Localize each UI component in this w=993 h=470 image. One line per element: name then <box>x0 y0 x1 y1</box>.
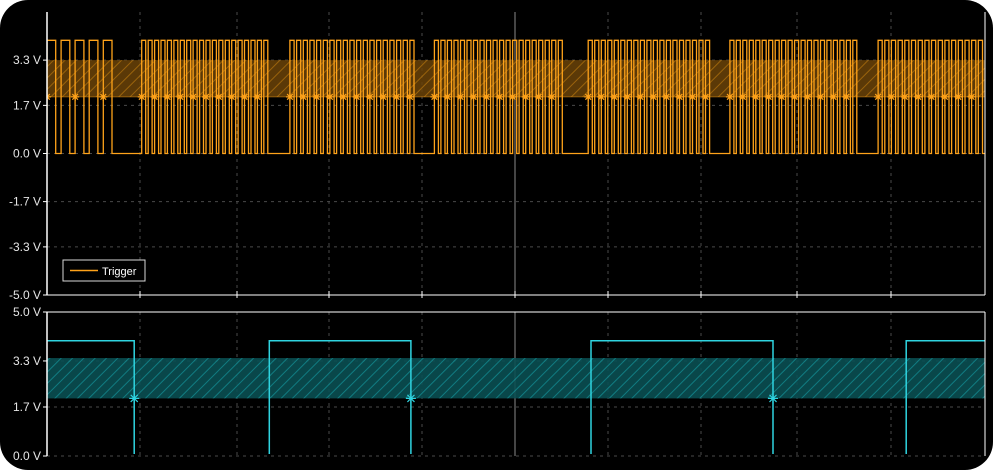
trigger-star-marker <box>675 92 684 101</box>
trigger-star-marker <box>150 92 159 101</box>
trigger-star-marker <box>469 92 478 101</box>
trigger-star-marker <box>137 92 146 101</box>
top-y-tick-label: -3.3 V <box>9 240 41 254</box>
legend-label-trigger: Trigger <box>102 266 137 278</box>
trigger-star-marker <box>636 92 645 101</box>
trigger-star-marker <box>99 92 108 101</box>
trigger-star-marker <box>940 92 949 101</box>
trigger-star-marker <box>914 92 923 101</box>
bottom-y-tick-label: 3.3 V <box>13 354 41 368</box>
trigger-star-marker <box>71 92 80 101</box>
trigger-star-marker <box>584 92 593 101</box>
trigger-star-marker <box>887 92 896 101</box>
trigger-star-marker <box>482 92 491 101</box>
trigger-star-marker <box>214 92 223 101</box>
bottom-y-tick-label: 0.0 V <box>13 449 41 463</box>
bottom-y-tick-label: 1.7 V <box>13 400 41 414</box>
top-y-ticks: 3.3 V 1.7 V 0.0 V -1.7 V -3.3 V -5.0 V <box>9 53 47 302</box>
trigger-star-marker <box>176 92 185 101</box>
trigger-star-marker <box>597 92 606 101</box>
trigger-star-marker <box>649 92 658 101</box>
trigger-star-marker <box>790 92 799 101</box>
trigger-star-marker <box>379 92 388 101</box>
oscilloscope-view: 3.3 V 1.7 V 0.0 V -1.7 V -3.3 V -5.0 V Trigge… <box>0 0 993 470</box>
bottom-y-tick-label: 5.0 V <box>13 305 41 319</box>
trigger-star-marker <box>312 92 321 101</box>
top-y-tick-label: -5.0 V <box>9 288 41 302</box>
trigger-star-marker <box>967 92 976 101</box>
trigger-star-marker <box>954 92 963 101</box>
top-y-tick-label: -1.7 V <box>9 195 41 209</box>
trigger-star-marker <box>253 92 262 101</box>
trigger-star-marker <box>816 92 825 101</box>
bottom-y-ticks: 5.0 V 3.3 V 1.7 V 0.0 V <box>13 305 47 463</box>
trigger-star-marker <box>201 92 210 101</box>
trigger-star-marker <box>392 92 401 101</box>
clock-star-marker <box>129 393 140 404</box>
trigger-star-marker <box>299 92 308 101</box>
trigger-star-marker <box>547 92 556 101</box>
trigger-star-marker <box>777 92 786 101</box>
trigger-star-marker <box>900 92 909 101</box>
trigger-star-marker <box>534 92 543 101</box>
trigger-star-marker <box>829 92 838 101</box>
trigger-star-marker <box>764 92 773 101</box>
trigger-star-marker <box>456 92 465 101</box>
top-panel: 3.3 V 1.7 V 0.0 V -1.7 V -3.3 V -5.0 V Trigge… <box>9 12 986 302</box>
trigger-star-marker <box>701 92 710 101</box>
trigger-star-marker <box>508 92 517 101</box>
trigger-star-marker <box>610 92 619 101</box>
trigger-star-marker <box>405 92 414 101</box>
trigger-star-marker <box>927 92 936 101</box>
trigger-star-marker <box>339 92 348 101</box>
top-y-tick-label: 1.7 V <box>13 98 41 112</box>
trigger-star-marker <box>803 92 812 101</box>
trigger-star-marker <box>874 92 883 101</box>
trigger-star-marker <box>163 92 172 101</box>
trigger-star-marker <box>285 92 294 101</box>
trigger-star-marker <box>189 92 198 101</box>
trigger-star-marker <box>738 92 747 101</box>
bottom-panel: 5.0 V 3.3 V 1.7 V 0.0 V <box>13 305 986 463</box>
trigger-star-marker <box>365 92 374 101</box>
trigger-star-marker <box>521 92 530 101</box>
trigger-star-marker <box>227 92 236 101</box>
top-y-tick-label: 3.3 V <box>13 53 41 67</box>
bottom-threshold-band <box>47 358 985 399</box>
trigger-legend: Trigger <box>62 259 146 282</box>
top-y-tick-label: 0.0 V <box>13 147 41 161</box>
trigger-star-marker <box>725 92 734 101</box>
trigger-star-marker <box>662 92 671 101</box>
trigger-star-marker <box>842 92 851 101</box>
trigger-star-marker <box>325 92 334 101</box>
trigger-star-marker <box>352 92 361 101</box>
trigger-star-marker <box>443 92 452 101</box>
scope-display: 3.3 V 1.7 V 0.0 V -1.7 V -3.3 V -5.0 V Trigge… <box>9 12 986 463</box>
trigger-star-marker <box>430 92 439 101</box>
trigger-star-marker <box>688 92 697 101</box>
trigger-star-marker <box>240 92 249 101</box>
trigger-star-marker <box>751 92 760 101</box>
clock-star-marker <box>405 393 416 404</box>
trigger-star-marker <box>495 92 504 101</box>
trigger-star-marker <box>623 92 632 101</box>
clock-star-marker <box>768 393 779 404</box>
